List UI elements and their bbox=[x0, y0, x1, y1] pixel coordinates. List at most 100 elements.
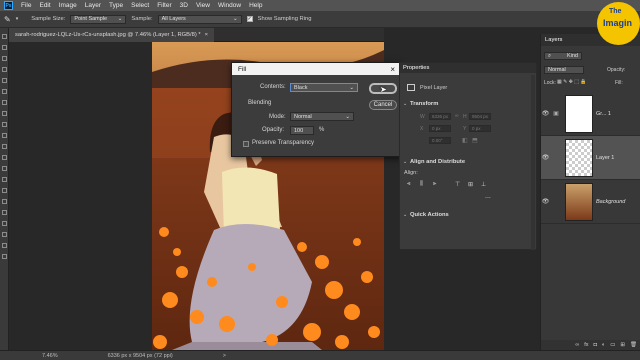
kind-filter-select[interactable]: ⌕ Kind bbox=[544, 52, 582, 60]
dodge-tool-icon[interactable] bbox=[2, 188, 7, 193]
document-tab-bar: sarah-rodriguez-LQLz-Us-rCs-unsplash.jpg… bbox=[9, 27, 384, 42]
preserve-transparency-checkbox[interactable] bbox=[243, 141, 249, 147]
stamp-tool-icon[interactable] bbox=[2, 133, 7, 138]
angle-field[interactable]: 0.00° bbox=[429, 137, 451, 144]
healing-tool-icon[interactable] bbox=[2, 111, 7, 116]
blend-mode-value: Normal bbox=[548, 67, 566, 73]
visibility-eye-icon[interactable]: 👁 bbox=[541, 198, 550, 205]
zoom-level[interactable]: 7.46% bbox=[42, 353, 58, 359]
layer-row-background[interactable]: 👁 Background bbox=[541, 180, 640, 224]
transform-label: Transform bbox=[410, 101, 439, 107]
frame-tool-icon[interactable] bbox=[2, 89, 7, 94]
y-label: Y bbox=[463, 126, 467, 132]
align-bottom-icon[interactable]: ⊥ bbox=[481, 181, 486, 188]
sample-select[interactable]: All Layers ⌄ bbox=[157, 14, 242, 24]
layers-panel: Layers ⌕ Kind Normal Opacity: Lock: ▦ ✎ ✥… bbox=[540, 34, 640, 350]
properties-tab[interactable]: Properties bbox=[400, 63, 536, 73]
transform-expand-icon[interactable]: ⌄ bbox=[403, 101, 407, 107]
mode-label: Mode: bbox=[269, 114, 286, 120]
properties-tab-label: Properties bbox=[403, 65, 430, 71]
lasso-tool-icon[interactable] bbox=[2, 56, 7, 61]
cancel-button[interactable]: Cancel bbox=[369, 100, 397, 110]
fx-icon[interactable]: fx bbox=[584, 342, 588, 348]
gradient-tool-icon[interactable] bbox=[2, 166, 7, 171]
layer-row-selected[interactable]: 👁 Layer 1 bbox=[541, 136, 640, 180]
link-icon[interactable]: ∞ bbox=[455, 113, 459, 119]
x-field[interactable]: 0 px bbox=[429, 125, 451, 132]
layer-thumbnail bbox=[565, 138, 593, 177]
marquee-tool-icon[interactable] bbox=[2, 45, 7, 50]
menu-file[interactable]: File bbox=[21, 2, 31, 9]
menu-edit[interactable]: Edit bbox=[39, 2, 50, 9]
hand-tool-icon[interactable] bbox=[2, 243, 7, 248]
brush-tool-icon[interactable] bbox=[2, 122, 7, 127]
menu-window[interactable]: Window bbox=[218, 2, 241, 9]
menu-layer[interactable]: Layer bbox=[85, 2, 101, 9]
align-left-icon[interactable]: ⫷ bbox=[407, 181, 410, 188]
height-field[interactable]: 9504 px bbox=[469, 113, 491, 120]
menu-type[interactable]: Type bbox=[109, 2, 123, 9]
layers-footer: ∞ fx ◘ ◐ ▭ ⊞ 🗑 bbox=[541, 340, 640, 350]
menu-help[interactable]: Help bbox=[249, 2, 262, 9]
properties-scrollbar[interactable] bbox=[531, 75, 535, 250]
add-mask-icon[interactable]: ◘ bbox=[594, 342, 597, 348]
y-field[interactable]: 0 px bbox=[469, 125, 491, 132]
align-right-icon[interactable]: ⫸ bbox=[433, 181, 436, 188]
link-layers-icon[interactable]: ∞ bbox=[575, 342, 579, 348]
menu-3d[interactable]: 3D bbox=[180, 2, 188, 9]
quick-actions-expand-icon[interactable]: ⌄ bbox=[403, 212, 407, 218]
document-tab[interactable]: sarah-rodriguez-LQLz-Us-rCs-unsplash.jpg… bbox=[9, 27, 215, 42]
eraser-tool-icon[interactable] bbox=[2, 155, 7, 160]
eyedropper-tool-icon[interactable] bbox=[2, 100, 7, 105]
visibility-eye-icon[interactable]: 👁 bbox=[541, 110, 550, 117]
crop-tool-icon[interactable] bbox=[2, 78, 7, 83]
flip-vertical-icon[interactable]: ⬒ bbox=[472, 137, 478, 144]
new-group-icon[interactable]: ▭ bbox=[610, 342, 615, 348]
chevron-down-icon: ⌄ bbox=[345, 113, 350, 120]
quick-select-tool-icon[interactable] bbox=[2, 67, 7, 72]
path-select-tool-icon[interactable] bbox=[2, 221, 7, 226]
align-top-icon[interactable]: ⊤ bbox=[455, 181, 460, 188]
fill-dialog-header[interactable]: Fill × bbox=[232, 63, 401, 75]
blur-tool-icon[interactable] bbox=[2, 177, 7, 182]
logo-text-line2: Imagin bbox=[603, 18, 633, 28]
menu-filter[interactable]: Filter bbox=[157, 2, 171, 9]
type-tool-icon[interactable] bbox=[2, 210, 7, 215]
blending-label: Blending bbox=[248, 100, 272, 106]
show-sampling-ring-label: Show Sampling Ring bbox=[257, 16, 312, 22]
menu-select[interactable]: Select bbox=[131, 2, 149, 9]
contents-select[interactable]: Black ⌄ bbox=[290, 83, 358, 92]
width-field[interactable]: 6336 px bbox=[429, 113, 451, 120]
close-icon[interactable]: × bbox=[390, 65, 395, 74]
status-menu-arrow[interactable]: > bbox=[223, 353, 226, 359]
delete-layer-icon[interactable]: 🗑 bbox=[630, 342, 637, 348]
shape-tool-icon[interactable] bbox=[2, 232, 7, 237]
more-options-icon[interactable]: ... bbox=[485, 193, 491, 200]
move-tool-icon[interactable] bbox=[2, 34, 7, 39]
align-center-v-icon[interactable]: ⊞ bbox=[468, 181, 473, 188]
mode-select[interactable]: Normal ⌄ bbox=[290, 112, 354, 121]
channel-logo: The Imagin bbox=[597, 2, 640, 45]
flip-horizontal-icon[interactable]: ◧ bbox=[462, 137, 468, 144]
zoom-tool-icon[interactable] bbox=[2, 254, 7, 259]
close-icon[interactable]: × bbox=[205, 32, 208, 38]
show-sampling-ring-checkbox[interactable]: ✓ bbox=[246, 16, 253, 22]
lock-icons[interactable]: ▦ ✎ ✥ ⬚ 🔒 bbox=[557, 79, 587, 85]
pen-tool-icon[interactable] bbox=[2, 199, 7, 204]
visibility-eye-icon[interactable]: 👁 bbox=[541, 154, 550, 161]
photoshop-app-icon[interactable]: Ps bbox=[4, 1, 13, 10]
history-brush-tool-icon[interactable] bbox=[2, 144, 7, 149]
align-center-h-icon[interactable]: ⫼ bbox=[420, 181, 423, 188]
align-expand-icon[interactable]: ⌄ bbox=[403, 159, 407, 165]
layer-row-group[interactable]: 👁 ▣ Gr... 1 bbox=[541, 92, 640, 136]
tool-bar bbox=[0, 28, 9, 350]
opacity-input[interactable]: 100 bbox=[290, 126, 314, 135]
eyedropper-icon[interactable]: ✎ bbox=[4, 15, 11, 24]
menu-view[interactable]: View bbox=[196, 2, 210, 9]
new-layer-icon[interactable]: ⊞ bbox=[620, 342, 625, 348]
sample-size-select[interactable]: Point Sample ⌄ bbox=[70, 14, 127, 24]
chevron-down-icon[interactable]: ▾ bbox=[16, 16, 19, 22]
adjustment-layer-icon[interactable]: ◐ bbox=[602, 342, 605, 348]
blend-mode-select[interactable]: Normal bbox=[544, 66, 584, 74]
menu-image[interactable]: Image bbox=[59, 2, 77, 9]
